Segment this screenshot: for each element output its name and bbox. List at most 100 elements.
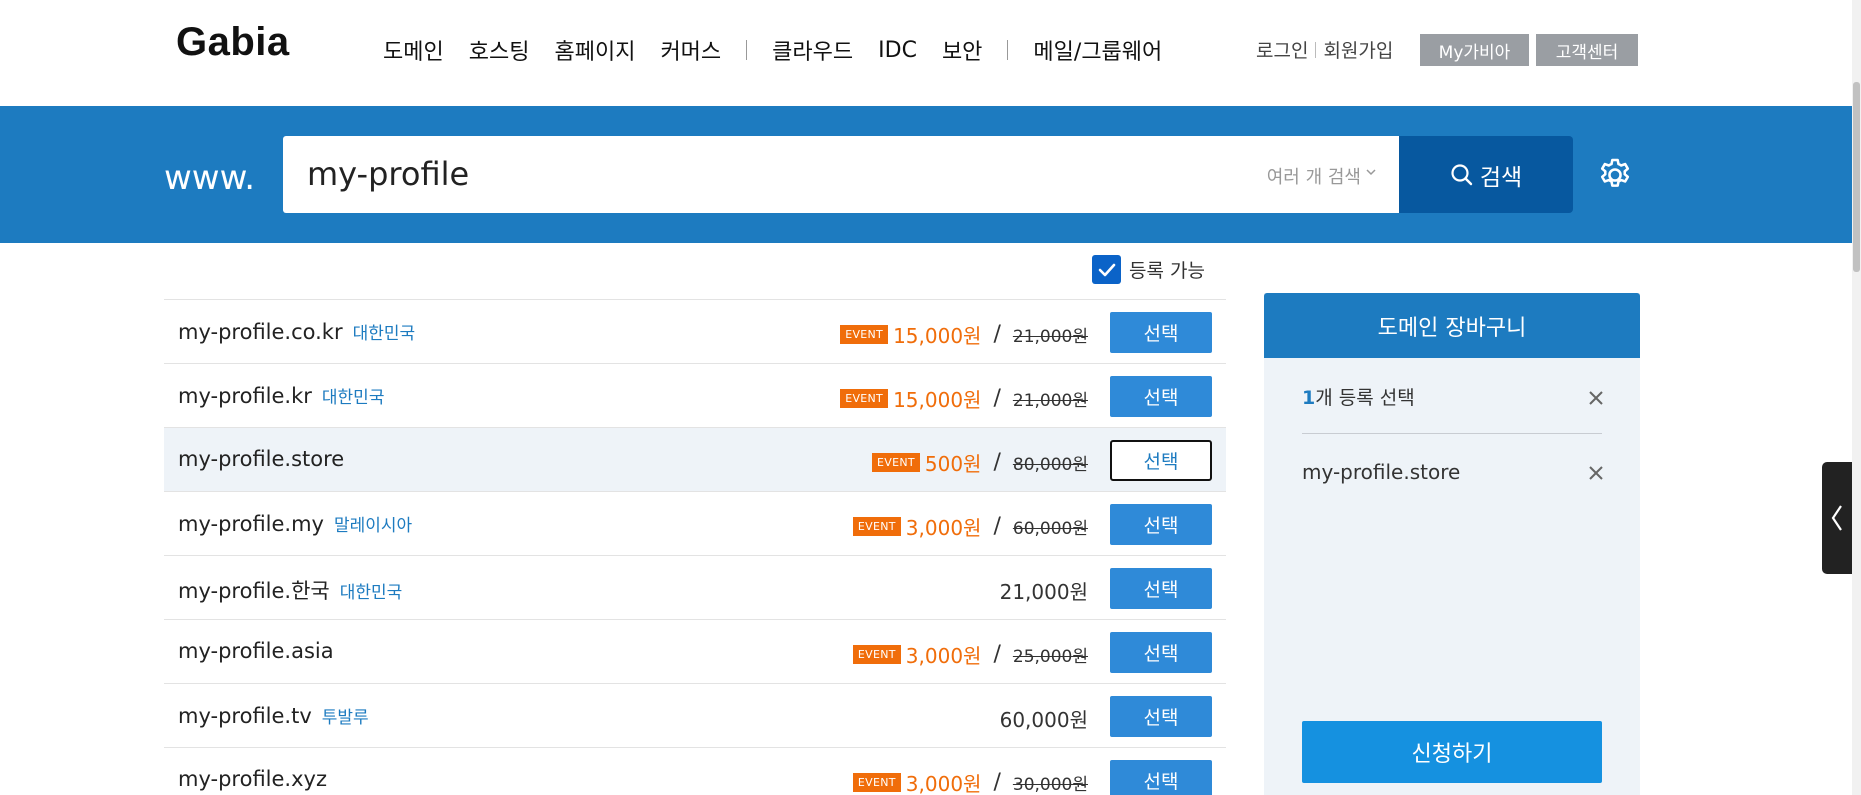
nav-item[interactable]: 보안: [942, 34, 982, 66]
event-price: 3,000원: [905, 516, 982, 540]
event-badge: EVENT: [852, 773, 901, 792]
event-price: 3,000원: [905, 772, 982, 795]
domain-name: my-profile.asia: [178, 639, 334, 663]
domain-row: my-profile.xyz EVENT 3,000원 / 30,000원 선택: [164, 747, 1226, 795]
gear-icon[interactable]: [1596, 156, 1634, 194]
cart-count: 1개 등록 선택: [1302, 383, 1415, 410]
select-domain-button[interactable]: 선택: [1110, 760, 1212, 795]
price-area: EVENT 3,000원 / 30,000원: [852, 768, 1088, 795]
multi-search-toggle[interactable]: 여러 개 검색: [1267, 163, 1361, 189]
domain-row: my-profile.co.kr 대한민국 EVENT 15,000원 / 21,000원…: [164, 299, 1226, 363]
price-slash: /: [993, 770, 1001, 795]
clear-cart-close-icon[interactable]: [1586, 388, 1606, 408]
page: Gabia 도메인 호스팅 홈페이지 커머스 클라우드 IDC 보안 메일/그룹웨어 로그인 …: [0, 0, 1861, 795]
event-badge: EVENT: [852, 517, 901, 536]
cart-title: 도메인 장바구니: [1264, 293, 1640, 358]
domain-name-text: my-profile.co.kr: [178, 320, 343, 344]
domain-country: 말레이시아: [334, 516, 413, 536]
search-button-label: 검색: [1479, 164, 1523, 191]
nav-divider: [1007, 40, 1009, 60]
domain-name: my-profile.kr 대한민국: [178, 383, 384, 408]
domain-name: my-profile.store: [178, 447, 344, 471]
domain-country: 대한민국: [321, 388, 385, 408]
domain-country: 대한민국: [352, 324, 416, 344]
select-domain-button[interactable]: 선택: [1110, 696, 1212, 737]
available-filter[interactable]: 등록 가능: [1092, 255, 1205, 284]
price-area: EVENT 3,000원 / 25,000원: [852, 640, 1088, 669]
domain-country: 투발루: [321, 708, 369, 728]
domain-row: my-profile.store EVENT 500원 / 80,000원 선택: [164, 427, 1226, 491]
price-area: EVENT 15,000원 / 21,000원: [840, 384, 1088, 413]
nav-item[interactable]: 홈페이지: [554, 34, 635, 66]
domain-row: my-profile.한국 대한민국 21,000원 선택: [164, 555, 1226, 619]
original-price: 25,000원: [1012, 647, 1088, 667]
event-price: 15,000원: [893, 324, 982, 348]
domain-row: my-profile.asia EVENT 3,000원 / 25,000원 선택: [164, 619, 1226, 683]
domain-name-text: my-profile.tv: [178, 704, 312, 728]
domain-name-text: my-profile.한국: [178, 579, 330, 603]
domain-name: my-profile.my 말레이시아: [178, 511, 412, 536]
available-checkbox[interactable]: [1092, 255, 1121, 284]
price: 60,000원: [999, 708, 1088, 732]
support-button[interactable]: 고객센터: [1536, 34, 1638, 66]
nav-item[interactable]: IDC: [878, 38, 917, 63]
select-domain-button[interactable]: 선택: [1110, 440, 1212, 481]
cart-count-number: 1: [1302, 387, 1316, 409]
original-price: 80,000원: [1012, 455, 1088, 475]
apply-button[interactable]: 신청하기: [1302, 721, 1602, 783]
select-domain-button[interactable]: 선택: [1110, 312, 1212, 353]
scrollbar-thumb[interactable]: [1853, 82, 1860, 272]
select-domain-button[interactable]: 선택: [1110, 504, 1212, 545]
select-domain-button[interactable]: 선택: [1110, 568, 1212, 609]
domain-search-input[interactable]: [307, 153, 1067, 195]
select-domain-button[interactable]: 선택: [1110, 632, 1212, 673]
side-panel-toggle[interactable]: [1822, 462, 1852, 574]
price-area: EVENT 15,000원 / 21,000원: [840, 320, 1088, 349]
page-scrollbar[interactable]: [1852, 0, 1861, 795]
cart-divider: [1302, 433, 1602, 434]
search-band: www. 여러 개 검색 검색: [0, 106, 1852, 243]
nav-item[interactable]: 커머스: [660, 34, 721, 66]
chevron-down-icon: [1366, 169, 1376, 176]
price-area: 21,000원: [1000, 576, 1088, 605]
mygabia-button[interactable]: My가비아: [1420, 34, 1529, 66]
search-icon: [1451, 163, 1473, 185]
price-slash: /: [993, 386, 1001, 411]
cart-count-text: 개 등록 선택: [1315, 387, 1415, 409]
price-area: 60,000원: [1000, 704, 1088, 733]
signup-link[interactable]: 회원가입: [1323, 36, 1393, 63]
chevron-left-icon: [1831, 505, 1842, 531]
nav-divider: [746, 40, 748, 60]
event-badge: EVENT: [840, 325, 889, 344]
site-header: Gabia 도메인 호스팅 홈페이지 커머스 클라우드 IDC 보안 메일/그룹웨어 로그인 …: [0, 0, 1852, 106]
price-slash: /: [993, 642, 1001, 667]
domain-cart: 도메인 장바구니 1개 등록 선택 my-profile.store 신청하기: [1264, 293, 1640, 795]
domain-name: my-profile.co.kr 대한민국: [178, 319, 415, 344]
domain-name-text: my-profile.xyz: [178, 767, 327, 791]
domain-name: my-profile.tv 투발루: [178, 703, 369, 728]
nav-item[interactable]: 메일/그룹웨어: [1033, 34, 1162, 66]
remove-item-close-icon[interactable]: [1586, 463, 1606, 483]
gabia-logo[interactable]: Gabia: [176, 20, 290, 65]
available-filter-label: 등록 가능: [1129, 260, 1205, 282]
domain-name: my-profile.xyz: [178, 767, 327, 791]
original-price: 60,000원: [1012, 519, 1088, 539]
domain-name-text: my-profile.kr: [178, 384, 312, 408]
nav-item[interactable]: 호스팅: [469, 34, 530, 66]
main-nav: 도메인 호스팅 홈페이지 커머스 클라우드 IDC 보안 메일/그룹웨어: [383, 34, 1187, 66]
nav-item[interactable]: 도메인: [383, 34, 444, 66]
util-divider: [1315, 41, 1317, 58]
nav-item[interactable]: 클라우드: [772, 34, 853, 66]
domain-name-text: my-profile.asia: [178, 639, 334, 663]
checkmark-icon: [1098, 263, 1115, 276]
domain-row: my-profile.tv 투발루 60,000원 선택: [164, 683, 1226, 747]
login-link[interactable]: 로그인: [1256, 36, 1308, 63]
domain-name-text: my-profile.my: [178, 512, 324, 536]
util-links: 로그인 회원가입: [1256, 36, 1393, 63]
domain-row: my-profile.my 말레이시아 EVENT 3,000원 / 60,000원 선택: [164, 491, 1226, 555]
price: 21,000원: [999, 580, 1088, 604]
search-button[interactable]: 검색: [1399, 136, 1573, 213]
www-prefix: www.: [164, 158, 256, 198]
event-price: 3,000원: [905, 644, 982, 668]
select-domain-button[interactable]: 선택: [1110, 376, 1212, 417]
